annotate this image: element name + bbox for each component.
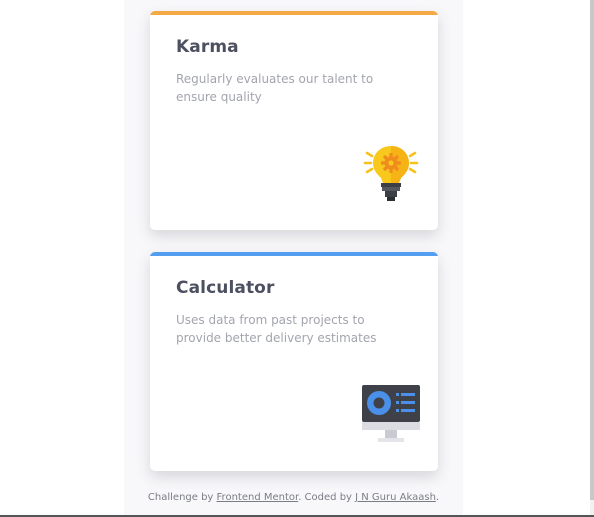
page: Karma Regularly evaluates our talent to … <box>0 0 594 517</box>
calculator-card: Calculator Uses data from past projects … <box>150 252 438 471</box>
author-link[interactable]: J N Guru Akaash <box>355 492 436 503</box>
computer-monitor-icon <box>362 385 420 443</box>
footer-middle: . Coded by <box>298 492 356 503</box>
footer-suffix: . <box>435 492 440 503</box>
frontend-mentor-link[interactable]: Frontend Mentor <box>217 492 299 503</box>
scrollbar-thumb[interactable] <box>590 0 594 500</box>
karma-card: Karma Regularly evaluates our talent to … <box>150 11 438 230</box>
calculator-accent-bar <box>150 252 438 256</box>
vertical-scrollbar[interactable] <box>590 0 594 517</box>
karma-accent-bar <box>150 11 438 15</box>
attribution-footer: Challenge by Frontend Mentor. Coded by J… <box>0 492 587 503</box>
lightbulb-icon <box>362 144 420 202</box>
karma-title: Karma <box>176 37 239 57</box>
calculator-title: Calculator <box>176 278 275 298</box>
calculator-description: Uses data from past projects to provide … <box>176 313 377 345</box>
karma-description: Regularly evaluates our talent to ensure… <box>176 72 374 104</box>
footer-prefix: Challenge by <box>147 492 217 503</box>
